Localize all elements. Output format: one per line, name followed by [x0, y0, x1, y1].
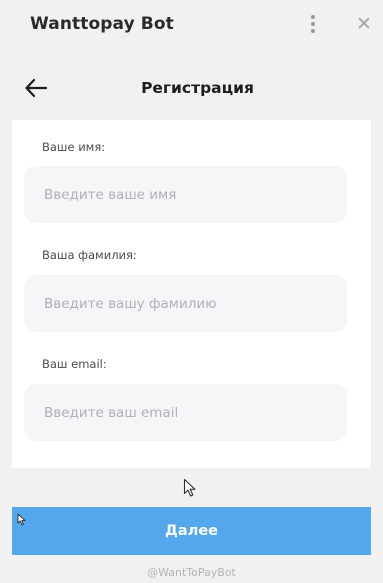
email-input[interactable] [24, 384, 347, 441]
page-title: Регистрация [141, 79, 254, 97]
registration-form: Ваше имя: Ваша фамилия: Ваш email: [12, 120, 371, 468]
menu-dot [311, 22, 315, 26]
next-button[interactable]: Далее [12, 507, 371, 555]
mouse-pointer-icon [183, 478, 196, 497]
bot-handle: @WantToPayBot [147, 566, 236, 579]
first-name-label: Ваше имя: [42, 140, 106, 154]
cursor-icon [17, 513, 26, 526]
first-name-input[interactable] [24, 166, 347, 223]
last-name-input[interactable] [24, 275, 347, 332]
close-icon[interactable]: ✕ [354, 13, 374, 35]
menu-dot [311, 29, 315, 33]
page-header: Регистрация [0, 60, 383, 116]
last-name-label: Ваша фамилия: [42, 248, 137, 262]
app-title: Wanttopay Bot [30, 14, 174, 34]
more-menu-icon[interactable] [305, 13, 321, 35]
window-titlebar: Wanttopay Bot ✕ [0, 0, 383, 52]
email-label: Ваш email: [42, 357, 107, 371]
menu-dot [311, 15, 315, 19]
mini-app-window: Wanttopay Bot ✕ Регистрация Ваше имя: Ва… [0, 0, 383, 583]
